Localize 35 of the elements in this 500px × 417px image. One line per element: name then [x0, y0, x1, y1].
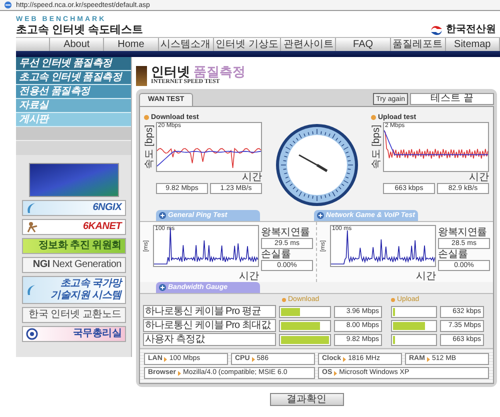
- sidebar-banner[interactable]: 한국 인터넷 교환노드: [22, 307, 126, 323]
- banner-text: 6KANET: [82, 221, 122, 233]
- banner-text: 기술지원 시스템: [50, 290, 122, 302]
- banner-text: NGI Next Generation: [32, 259, 122, 271]
- axis-label: 시간: [242, 172, 262, 183]
- stat-label: 왕복지연률: [438, 227, 488, 238]
- axis-label: 시간: [239, 271, 259, 282]
- sidebar-banner[interactable]: 6NGIX: [22, 200, 126, 216]
- axis-label: 속도 [bps]: [145, 124, 155, 170]
- page-title: 인터넷 품질측정: [151, 64, 246, 79]
- site-title: 초고속 인터넷 속도테스트: [16, 24, 144, 37]
- banner-text: 초고속 국가망: [60, 278, 122, 290]
- axis-label: 시간: [469, 172, 489, 183]
- sidebar-banner[interactable]: 정보화 추진 위원회: [22, 238, 126, 254]
- row-label: 하나로통신 케이블 Pro 평균: [143, 305, 276, 318]
- sidebar-banner[interactable]: 초고속 국가망 기술지원 시스템: [22, 276, 126, 304]
- axis-label: 속도 [bps]: [372, 124, 382, 170]
- banner-text: 한국 인터넷 교환노드: [28, 309, 122, 321]
- result-button[interactable]: 결과확인: [270, 393, 344, 406]
- status-field: 테스트 끝: [410, 93, 494, 105]
- org-name: 한국전산원: [446, 24, 496, 36]
- row-label: 사용자 측정값: [143, 333, 276, 346]
- sidebar-banner[interactable]: 6KANET: [22, 219, 126, 235]
- axis-label: 시간: [416, 271, 436, 282]
- stat-label: 손실률: [438, 249, 469, 260]
- banner-text: 6NGIX: [92, 202, 122, 214]
- sidebar-menu-item[interactable]: 무선 인터넷 품질측정: [16, 57, 131, 71]
- banner-text: 정보화 추진 위원회: [38, 240, 122, 252]
- sidebar-banner[interactable]: 국무총리실: [22, 326, 126, 342]
- row-label: 하나로통신 케이블 Pro 최대값: [143, 319, 276, 332]
- stat-label: 왕복지연률: [261, 227, 311, 238]
- sidebar-menu-item[interactable]: 초고속 인터넷 품질측정: [16, 71, 131, 85]
- sidebar-banner[interactable]: NGI Next Generation: [22, 257, 126, 273]
- stat-label: 손실률: [261, 249, 292, 260]
- banner-text: 국무총리실: [72, 328, 122, 340]
